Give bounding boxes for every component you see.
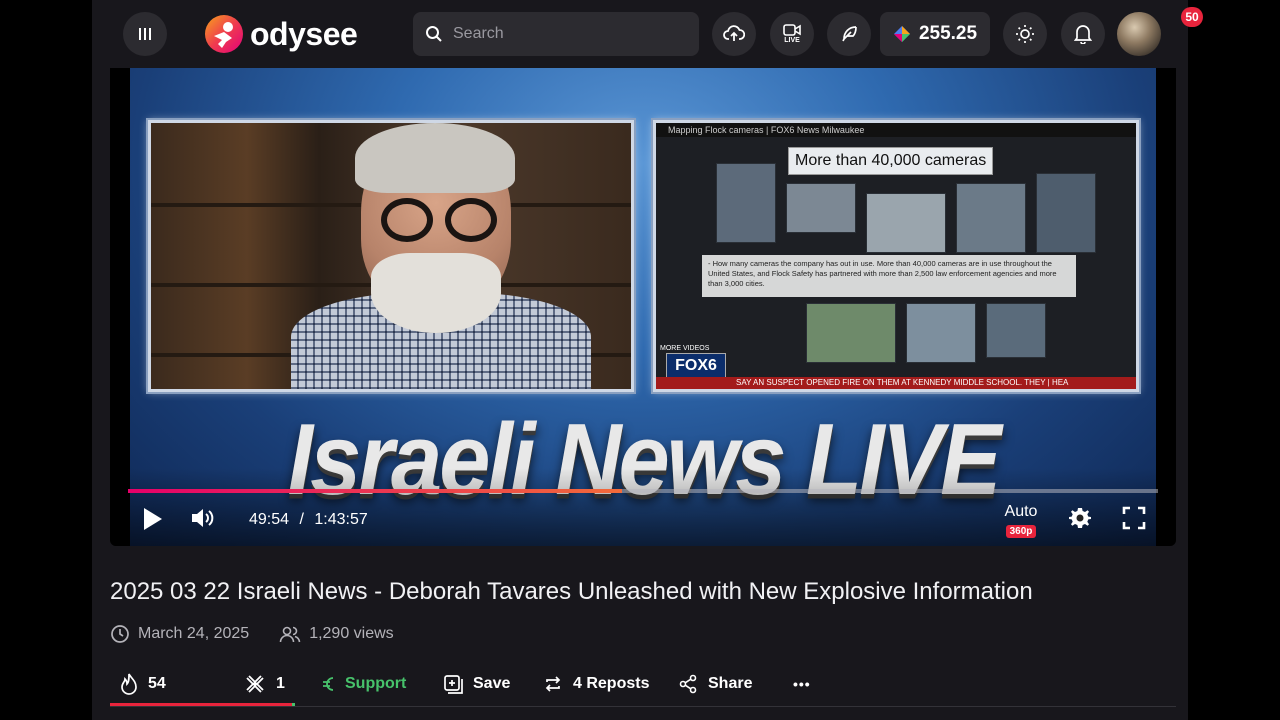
progress-fill (128, 489, 623, 493)
time-display: 49:54 / 1:43:57 (249, 511, 368, 529)
theme-toggle[interactable] (1003, 12, 1047, 56)
sun-icon (1016, 25, 1034, 43)
upload-button[interactable] (712, 12, 756, 56)
action-bar: 54 1 Support Save 4 Reposts Share ••• (110, 664, 1176, 704)
lbc-credits-icon (323, 677, 334, 691)
quality-selector[interactable]: Auto 360p (998, 503, 1044, 539)
play-button[interactable] (140, 506, 164, 537)
quality-mode: Auto (1004, 503, 1038, 520)
share-button[interactable]: Share (678, 666, 793, 702)
fox6-logo: FOX6 (666, 353, 726, 379)
settings-button[interactable] (1068, 506, 1092, 535)
duration: 1:43:57 (314, 511, 368, 528)
play-icon (144, 508, 162, 530)
search-input[interactable] (453, 25, 673, 43)
repost-icon (545, 676, 561, 692)
host-figure (271, 123, 591, 389)
publish-date: March 24, 2025 (138, 625, 250, 642)
support-button[interactable]: Support (321, 666, 443, 702)
save-label: Save (473, 675, 511, 692)
news-clip-title: Mapping Flock cameras | FOX6 News Milwau… (656, 123, 1136, 137)
more-videos-label: MORE VIDEOS (660, 345, 710, 352)
cloud-upload-icon (723, 25, 745, 41)
viewers-icon (279, 626, 301, 643)
share-icon (679, 674, 697, 694)
search-icon (426, 26, 442, 42)
odysee-logo-icon (205, 15, 243, 53)
video-meta: March 24, 2025 1,290 views (110, 624, 394, 644)
host-camera-pane (148, 120, 634, 392)
user-avatar[interactable] (1117, 12, 1161, 56)
video-title: 2025 03 22 Israeli News - Deborah Tavare… (110, 578, 1033, 605)
current-time: 49:54 (249, 511, 290, 528)
go-live-button[interactable]: LIVE (770, 12, 814, 56)
slime-button[interactable]: 1 (244, 666, 321, 702)
live-label: LIVE (784, 37, 800, 44)
wallet-balance[interactable]: 255.25 (880, 12, 990, 56)
more-options-button[interactable]: ••• (793, 666, 833, 702)
fire-icon (121, 673, 137, 695)
video-player[interactable]: Mapping Flock cameras | FOX6 News Milwau… (110, 68, 1176, 546)
page: odysee LIVE (92, 0, 1203, 720)
bell-icon (1074, 25, 1092, 44)
search-box[interactable] (413, 12, 699, 56)
save-button[interactable]: Save (443, 666, 543, 702)
slime-count: 1 (276, 675, 285, 692)
odysee-logo[interactable]: odysee (204, 14, 358, 54)
wallet-amount: 255.25 (918, 23, 978, 44)
credits-icon (893, 26, 910, 42)
view-count: 1,290 views (309, 625, 394, 642)
news-body-text: - How many cameras the company has out i… (702, 255, 1076, 297)
news-ticker: SAY AN SUSPECT OPENED FIRE ON THEM AT KE… (656, 377, 1136, 389)
video-camera-icon (783, 24, 801, 36)
action-divider (110, 706, 1176, 707)
fullscreen-icon (1122, 506, 1146, 530)
share-label: Share (708, 675, 753, 692)
add-to-playlist-icon (444, 675, 463, 694)
notifications-button[interactable] (1061, 12, 1105, 56)
progress-bar[interactable] (128, 489, 1158, 493)
publish-button[interactable] (827, 12, 871, 56)
fire-count: 54 (148, 675, 166, 692)
clock-icon (111, 625, 129, 643)
more-options-label: ••• (793, 676, 811, 692)
news-headline: More than 40,000 cameras (788, 147, 994, 175)
slime-icon (246, 675, 264, 693)
gear-icon (1069, 508, 1091, 528)
news-clip-pane: Mapping Flock cameras | FOX6 News Milwau… (653, 120, 1139, 392)
support-label: Support (345, 675, 407, 692)
time-separator: / (299, 511, 304, 528)
feather-icon (842, 26, 857, 42)
volume-button[interactable] (190, 506, 216, 535)
reposts-label: 4 Reposts (573, 675, 650, 692)
fire-button[interactable]: 54 (110, 666, 244, 702)
menu-button[interactable] (123, 12, 167, 56)
notification-badge: 50 (1181, 7, 1203, 27)
volume-icon (192, 509, 214, 527)
fullscreen-button[interactable] (1122, 506, 1146, 535)
brand-name: odysee (250, 15, 358, 52)
menu-icon (139, 28, 151, 40)
repost-button[interactable]: 4 Reposts (543, 666, 678, 702)
quality-resolution: 360p (1005, 525, 1037, 538)
header: odysee LIVE (92, 0, 1203, 68)
